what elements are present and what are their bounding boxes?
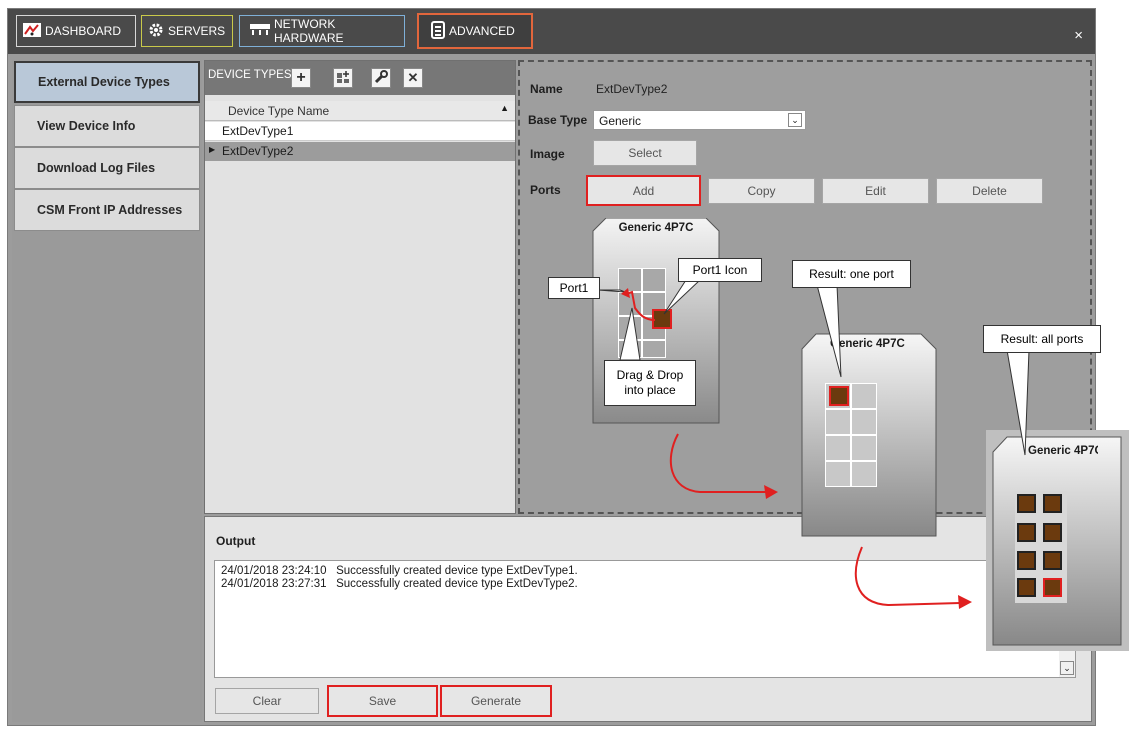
copy-port-button[interactable]: Copy (708, 178, 815, 204)
tab-advanced[interactable]: ADVANCED (417, 13, 533, 49)
gear-icon (148, 22, 164, 41)
callout-pointer (816, 285, 842, 378)
port-slot[interactable] (851, 461, 877, 487)
port1-callout: Port1 (548, 277, 600, 299)
grid-plus-icon (336, 70, 350, 87)
save-button[interactable]: Save (327, 685, 438, 717)
base-type-select[interactable]: Generic ⌄ (593, 110, 806, 130)
base-type-label: Base Type (528, 113, 588, 127)
edit-device-type-button[interactable] (371, 68, 391, 88)
plus-icon: + (296, 69, 306, 86)
sidebar-item-csm-front-ip-addresses[interactable]: CSM Front IP Addresses (14, 189, 200, 231)
clear-button[interactable]: Clear (215, 688, 319, 714)
scroll-down-icon[interactable]: ⌄ (1060, 661, 1074, 675)
device-types-header: DEVICE TYPES (208, 69, 292, 81)
port-slot[interactable] (825, 461, 851, 487)
port-icon[interactable] (1017, 578, 1036, 597)
delete-device-type-button[interactable]: ✕ (403, 68, 423, 88)
document-icon (431, 20, 445, 42)
device-type-name: ExtDevType1 (222, 124, 294, 138)
device-title: Generic 4P7C (618, 222, 694, 234)
port-icon[interactable] (1043, 494, 1062, 513)
sidebar-item-label: View Device Info (37, 119, 136, 133)
name-value: ExtDevType2 (596, 82, 668, 96)
top-nav-bar: DASHBOARD SERVERS NETWORK HARDWARE ADVAN… (8, 9, 1095, 54)
sidebar-item-download-log-files[interactable]: Download Log Files (14, 147, 200, 189)
add-port-button[interactable]: Add (586, 175, 701, 206)
port-icon[interactable] (829, 386, 849, 406)
select-image-button[interactable]: Select (593, 140, 697, 166)
port-icon[interactable] (1043, 578, 1062, 597)
table-row[interactable]: ExtDevType1 (205, 122, 515, 141)
base-type-value: Generic (599, 114, 642, 128)
port-slot[interactable] (851, 383, 877, 409)
network-icon (250, 23, 270, 39)
callout-pointer (1006, 350, 1030, 456)
drag-drop-line2: into place (624, 383, 676, 397)
tab-servers[interactable]: SERVERS (141, 15, 233, 47)
tab-dashboard[interactable]: DASHBOARD (16, 15, 136, 47)
add-device-type-button[interactable]: + (291, 68, 311, 88)
port-icon[interactable] (1017, 494, 1036, 513)
add-child-device-type-button[interactable] (333, 68, 353, 88)
port-icon[interactable] (1017, 551, 1036, 570)
dashboard-icon (23, 22, 41, 40)
port-slot[interactable] (825, 435, 851, 461)
tab-servers-label: SERVERS (168, 24, 226, 38)
port-slot[interactable] (851, 435, 877, 461)
sidebar-item-label: Download Log Files (37, 161, 156, 175)
table-row-selected[interactable]: ▶ ExtDevType2 (205, 142, 515, 161)
port-grid-result-all (1015, 491, 1067, 603)
flow-arrow-icon (669, 433, 778, 499)
tab-dashboard-label: DASHBOARD (45, 24, 122, 38)
close-button[interactable]: × (1074, 19, 1083, 51)
image-label: Image (530, 147, 565, 161)
tab-network-hardware[interactable]: NETWORK HARDWARE (239, 15, 405, 47)
output-label: Output (216, 534, 256, 548)
tab-network-hardware-label: NETWORK HARDWARE (274, 17, 344, 45)
port-icon[interactable] (1043, 523, 1062, 542)
delete-port-button[interactable]: Delete (936, 178, 1043, 204)
close-icon: ✕ (407, 70, 419, 85)
tab-advanced-label: ADVANCED (449, 24, 515, 38)
sidebar-item-view-device-info[interactable]: View Device Info (14, 105, 200, 147)
flow-arrow-icon (854, 546, 972, 609)
sidebar-item-label: CSM Front IP Addresses (37, 203, 183, 217)
port-slot[interactable] (851, 409, 877, 435)
result-one-port-callout: Result: one port (792, 260, 911, 288)
result-all-ports-callout: Result: all ports (983, 325, 1101, 353)
sidebar-item-label: External Device Types (38, 75, 170, 89)
wrench-icon (374, 69, 388, 87)
chevron-down-icon[interactable]: ⌄ (788, 113, 802, 127)
sort-ascending-icon: ▲ (500, 103, 509, 113)
sidebar-item-external-device-types[interactable]: External Device Types (14, 61, 200, 103)
port-slot[interactable] (825, 409, 851, 435)
generate-button[interactable]: Generate (440, 685, 552, 717)
ports-label: Ports (530, 183, 561, 197)
row-expander-icon[interactable]: ▶ (209, 145, 215, 154)
drag-drop-line1: Drag & Drop (616, 368, 684, 382)
device-type-name: ExtDevType2 (222, 144, 294, 158)
drag-drop-callout: Drag & Drop into place (604, 360, 696, 406)
column-header-label: Device Type Name (228, 104, 330, 118)
name-label: Name (530, 82, 563, 96)
port-icon[interactable] (1017, 523, 1036, 542)
port1-icon-callout: Port1 Icon (678, 258, 762, 282)
port-icon[interactable] (1043, 551, 1062, 570)
device-type-column-header[interactable]: Device Type Name ▲ (205, 101, 515, 121)
edit-port-button[interactable]: Edit (822, 178, 929, 204)
